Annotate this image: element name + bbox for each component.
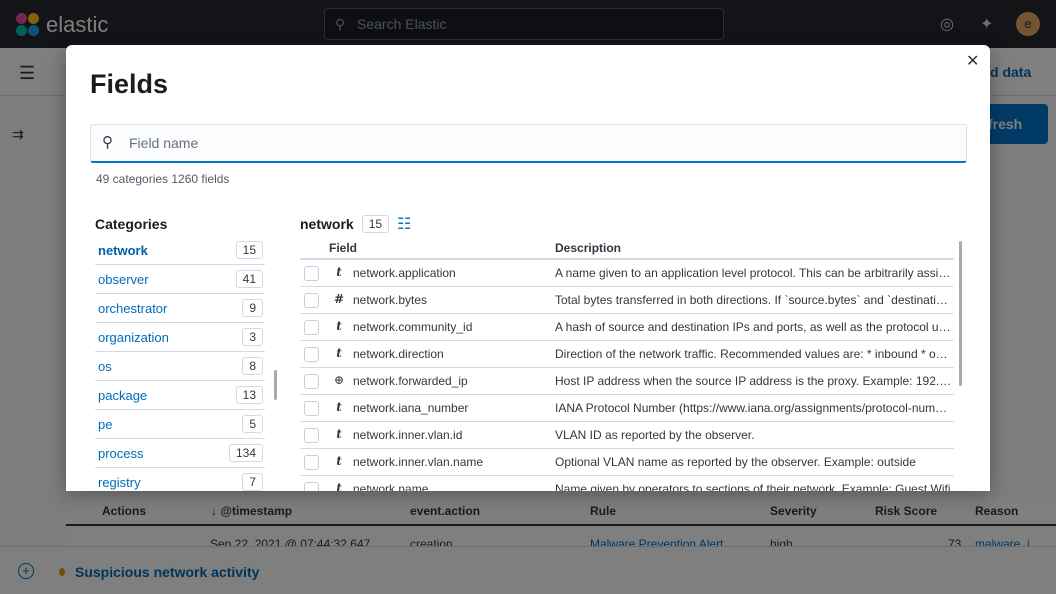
category-item-organization[interactable]: organization 3: [95, 323, 265, 352]
field-checkbox[interactable]: [304, 455, 319, 470]
fields-table-header: Field Description: [300, 237, 954, 260]
text-type-icon: t: [336, 319, 342, 333]
field-description: Direction of the network traffic. Recomm…: [555, 347, 953, 361]
category-item-orchestrator[interactable]: orchestrator 9: [95, 294, 265, 323]
category-name: observer: [98, 271, 149, 287]
category-item-os[interactable]: os 8: [95, 352, 265, 381]
table-view-icon[interactable]: ☷: [397, 214, 411, 234]
column-description: Description: [555, 241, 622, 255]
field-name: network.community_id: [353, 320, 473, 334]
categories-list: network 15 observer 41 orchestrator 9 organiza…: [95, 236, 265, 491]
field-checkbox[interactable]: [304, 428, 319, 443]
selected-category-header: network 15 ☷: [300, 214, 411, 234]
category-count: 134: [228, 444, 263, 462]
field-name-search-input[interactable]: ⚲ Field name: [90, 124, 967, 163]
category-count: 13: [235, 386, 263, 404]
selected-category-count: 15: [361, 215, 390, 233]
column-field: Field: [329, 241, 358, 255]
field-name: network.forwarded_ip: [353, 374, 468, 388]
category-name: organization: [98, 329, 169, 345]
category-count: 5: [242, 415, 263, 433]
search-placeholder: Field name: [129, 135, 199, 151]
category-name: process: [98, 445, 144, 461]
text-type-icon: t: [336, 265, 342, 279]
table-row: t network.inner.vlan.name Optional VLAN na…: [300, 449, 954, 476]
field-checkbox[interactable]: [304, 293, 319, 308]
category-item-package[interactable]: package 13: [95, 381, 265, 410]
number-type-icon: #: [333, 292, 345, 306]
category-item-process[interactable]: process 134: [95, 439, 265, 468]
field-description: Total bytes transferred in both directio…: [555, 293, 953, 307]
table-row: # network.bytes Total bytes transferred in…: [300, 287, 954, 314]
category-name: package: [98, 387, 148, 403]
field-description: A hash of source and destination IPs and…: [555, 320, 953, 334]
categories-heading: Categories: [95, 216, 168, 232]
category-count: 15: [235, 241, 263, 259]
field-name: network.inner.vlan.name: [353, 455, 484, 469]
field-description: VLAN ID as reported by the observer.: [555, 428, 755, 442]
search-icon: ⚲: [102, 134, 113, 151]
field-checkbox[interactable]: [304, 347, 319, 362]
category-name: os: [98, 358, 112, 374]
category-name: orchestrator: [98, 300, 168, 316]
selected-category-name: network: [300, 216, 354, 232]
category-name: network: [98, 242, 148, 258]
text-type-icon: t: [336, 427, 342, 441]
category-name: registry: [98, 474, 141, 490]
category-count: 9: [242, 299, 263, 317]
table-row: t network.inner.vlan.id VLAN ID as reporte…: [300, 422, 954, 449]
field-checkbox[interactable]: [304, 374, 319, 389]
category-item-registry[interactable]: registry 7: [95, 468, 265, 491]
field-checkbox[interactable]: [304, 401, 319, 416]
field-name: network.bytes: [353, 293, 428, 307]
fields-modal: ✕ Fields ⚲ Field name 49 categories 1260 …: [66, 45, 990, 491]
field-name: network.name: [353, 482, 429, 491]
category-item-network[interactable]: network 15: [95, 236, 265, 265]
field-description: Host IP address when the source IP addre…: [555, 374, 953, 388]
table-row: t network.iana_number IANA Protocol Number…: [300, 395, 954, 422]
field-description: Optional VLAN name as reported by the ob…: [555, 455, 916, 469]
category-name: pe: [98, 416, 113, 432]
field-description: IANA Protocol Number (https://www.iana.o…: [555, 401, 953, 415]
categories-scrollbar[interactable]: [274, 370, 277, 400]
table-row: ⊕ network.forwarded_ip Host IP address whe…: [300, 368, 954, 395]
field-name: network.inner.vlan.id: [353, 428, 463, 442]
table-scrollbar[interactable]: [959, 241, 962, 386]
field-description: Name given by operators to sections of t…: [555, 482, 951, 491]
table-row: t network.community_id A hash of source an…: [300, 314, 954, 341]
close-icon[interactable]: ✕: [966, 51, 979, 71]
table-row: t network.application A name given to an a…: [300, 260, 954, 287]
field-name: network.iana_number: [353, 401, 469, 415]
category-count: 7: [242, 473, 263, 491]
modal-title: Fields: [90, 69, 169, 99]
text-type-icon: t: [336, 346, 342, 360]
category-item-pe[interactable]: pe 5: [95, 410, 265, 439]
field-checkbox[interactable]: [304, 266, 319, 281]
table-row: t network.name Name given by operators to …: [300, 476, 954, 491]
fields-count: 49 categories 1260 fields: [96, 172, 230, 186]
globe-icon: ⊕: [333, 373, 345, 387]
text-type-icon: t: [336, 481, 342, 491]
field-checkbox[interactable]: [304, 482, 319, 491]
field-name: network.direction: [353, 347, 444, 361]
fields-table: Field Description t network.application A …: [300, 237, 954, 491]
field-description: A name given to an application level pro…: [555, 266, 953, 280]
category-count: 3: [242, 328, 263, 346]
category-item-observer[interactable]: observer 41: [95, 265, 265, 294]
category-count: 41: [235, 270, 263, 288]
category-count: 8: [242, 357, 263, 375]
field-checkbox[interactable]: [304, 320, 319, 335]
table-row: t network.direction Direction of the netwo…: [300, 341, 954, 368]
text-type-icon: t: [336, 400, 342, 414]
text-type-icon: t: [336, 454, 342, 468]
field-name: network.application: [353, 266, 456, 280]
